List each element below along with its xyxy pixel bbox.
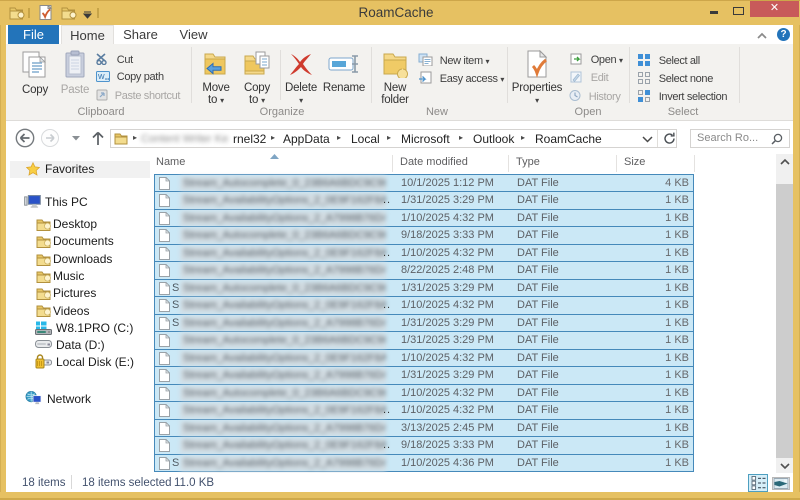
svg-text:W: W [98,74,105,81]
